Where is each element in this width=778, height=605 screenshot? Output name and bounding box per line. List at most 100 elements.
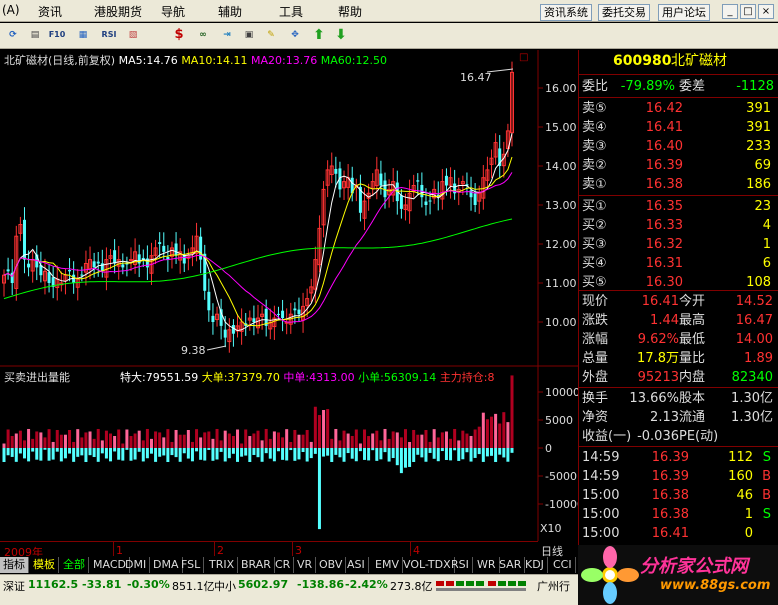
volume-bar — [502, 412, 506, 458]
chart-corner-icon[interactable]: □ — [519, 52, 528, 63]
candle — [432, 180, 437, 204]
market-breadth-icon — [436, 581, 526, 591]
tab-dmi[interactable]: DMI — [122, 557, 151, 573]
volume-tick-label: -10000 — [545, 498, 578, 511]
volume-bar — [260, 440, 264, 462]
close-button[interactable]: × — [758, 4, 774, 19]
candle — [481, 164, 486, 210]
candle — [428, 191, 432, 215]
volume-bar — [457, 440, 461, 461]
buy-level-label: 买② — [582, 218, 607, 233]
wei-bi-value: -79.89% — [620, 79, 675, 94]
volume-bar — [313, 406, 317, 454]
volume-bar — [399, 437, 403, 474]
menu-help[interactable]: 帮助 — [338, 3, 362, 20]
refresh-icon[interactable]: ⟳ — [4, 26, 22, 44]
tab-vol-tdx[interactable]: VOL-TDX — [400, 557, 455, 573]
menu-tools[interactable]: 工具 — [279, 3, 303, 20]
window-icon[interactable]: ▣ — [240, 26, 258, 44]
history-icon[interactable]: ▦ — [74, 26, 92, 44]
volume-bar — [10, 436, 14, 457]
buy-level-label: 买① — [582, 199, 607, 214]
menu-info[interactable]: 资讯 — [38, 3, 62, 20]
tab-rsi[interactable]: RSI — [448, 557, 473, 573]
tab-brar[interactable]: BRAR — [238, 557, 275, 573]
volume-bar — [330, 438, 334, 462]
tab-sar[interactable]: SAR — [496, 557, 526, 573]
minimize-button[interactable]: _ — [722, 4, 738, 19]
move-icon[interactable]: ✥ — [286, 26, 304, 44]
quote-value: 16.41 — [641, 294, 679, 309]
quote-value: 1.89 — [744, 351, 773, 366]
forum-button[interactable]: 用户论坛 — [658, 4, 710, 21]
candle — [178, 238, 183, 274]
tick-time: 15:00 — [582, 507, 620, 522]
tab-cci[interactable]: CCI — [550, 557, 576, 573]
menu-navigate[interactable]: 导航 — [161, 3, 185, 20]
volume-bar — [420, 434, 424, 458]
info-system-button[interactable]: 资讯系统 — [540, 4, 592, 21]
tick-flag: B — [762, 488, 771, 503]
candle — [2, 269, 6, 297]
menu-assist[interactable]: 辅助 — [218, 3, 242, 20]
volume-bar — [55, 429, 59, 452]
quote-value: 1.44 — [650, 313, 679, 328]
tab-cr[interactable]: CR — [272, 557, 295, 573]
tick-row: 14:59 16.39 160 B — [579, 467, 778, 486]
pencil-icon[interactable]: ✎ — [262, 26, 280, 44]
zx-label: 中小 — [214, 580, 236, 593]
indicator-icon[interactable]: ▧ — [124, 26, 142, 44]
volume-bar — [387, 438, 391, 462]
watermark-logo: 分析家公式网 www.88gs.com — [578, 545, 778, 605]
chart-area[interactable]: 16.00 15.00 14.00 13.00 12.00 11.00 10.00 1000… — [0, 50, 578, 556]
rsi-icon[interactable]: RSI — [100, 26, 118, 44]
candle — [203, 244, 207, 300]
f10-icon[interactable]: F10 — [48, 26, 66, 44]
tab-asi[interactable]: ASI — [344, 557, 369, 573]
watermark-url: www.88gs.com — [660, 578, 771, 593]
volume-bar — [498, 423, 502, 455]
volume-bar — [178, 434, 182, 462]
tick-volume: 0 — [744, 526, 753, 541]
kline-chart[interactable]: 16.00 15.00 14.00 13.00 12.00 11.00 10.00 1000… — [0, 50, 578, 541]
tab-[interactable]: 全部 — [60, 557, 89, 573]
stock-list-icon[interactable]: ▤ — [26, 26, 44, 44]
price-tick-label: 16.00 — [545, 82, 577, 95]
candle — [293, 302, 297, 324]
volume-bar — [215, 428, 219, 460]
tab-[interactable]: 指标 — [0, 557, 29, 573]
tab-kdj[interactable]: KDJ — [522, 557, 548, 573]
volume-bar — [383, 428, 387, 453]
maximize-button[interactable]: □ — [740, 4, 756, 19]
price-tick-label: 11.00 — [545, 277, 577, 290]
volume-bar — [2, 443, 6, 462]
volume-bar — [264, 428, 268, 454]
sz-label: 深证 — [3, 580, 25, 593]
price-tick-label: 15.00 — [545, 121, 577, 134]
up-arrow-icon[interactable]: ⬆ — [310, 26, 328, 44]
te-da-value: 特大:79551.59 — [120, 371, 199, 384]
tick-volume: 1 — [744, 507, 753, 522]
tab-fsl[interactable]: FSL — [178, 557, 205, 573]
low-marker-line — [206, 345, 227, 351]
volume-bar — [27, 428, 31, 462]
trade-button[interactable]: 委托交易 — [598, 4, 650, 21]
volume-bar — [149, 438, 153, 454]
volume-bar — [494, 413, 498, 462]
money-icon[interactable]: $ — [170, 26, 188, 44]
volume-bar — [510, 375, 514, 453]
back-icon[interactable]: ⇥ — [218, 26, 236, 44]
tab-vr[interactable]: VR — [294, 557, 317, 573]
tab-emv[interactable]: EMV — [372, 557, 403, 573]
tab-[interactable]: 模板 — [30, 557, 59, 573]
tab-trix[interactable]: TRIX — [206, 557, 239, 573]
flower-logo-icon — [581, 546, 639, 604]
quote-value: 9.62% — [637, 332, 679, 347]
menu-hk-futures[interactable]: 港股期货 — [94, 3, 142, 20]
link-icon[interactable]: ∞ — [194, 26, 212, 44]
menu-a[interactable]: (A) — [2, 3, 20, 17]
down-arrow-icon[interactable]: ⬇ — [332, 26, 350, 44]
sell-price: 16.39 — [645, 158, 683, 173]
tab-obv[interactable]: OBV — [316, 557, 347, 573]
watermark-title: 分析家公式网 — [640, 556, 748, 577]
